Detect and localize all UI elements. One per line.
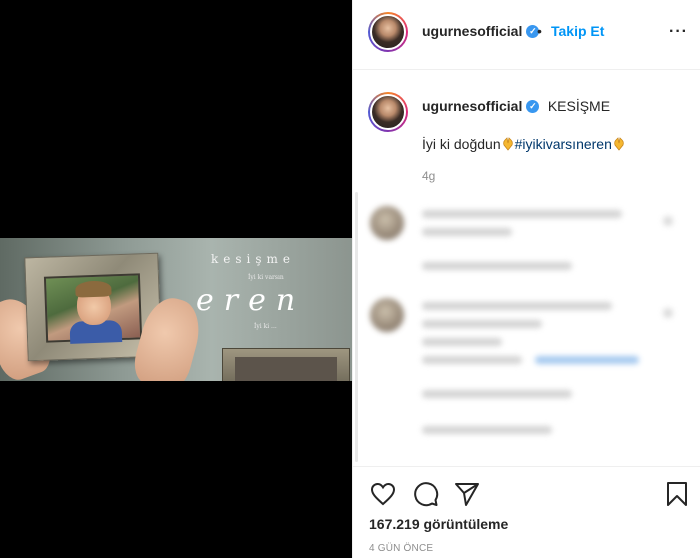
comments-list-blurred <box>353 190 700 466</box>
follow-button[interactable]: Takip Et <box>551 23 604 39</box>
avatar[interactable] <box>368 12 408 52</box>
view-count[interactable]: 167.219 görüntüleme <box>369 516 508 532</box>
username-link[interactable]: ugurnesofficial <box>422 23 522 39</box>
post-date[interactable]: 4 GÜN ÖNCE <box>369 543 433 554</box>
caption-body: İyi ki doğdun <box>422 136 501 152</box>
heart-icon[interactable] <box>369 480 397 508</box>
video-subtitle-2: İyi ki ... <box>254 323 277 330</box>
author-username[interactable]: ugurnesofficial ✓ <box>422 23 540 41</box>
folded-hands-icon <box>614 137 624 151</box>
comment-avatar <box>370 206 404 240</box>
video-title-small: kesişme <box>211 252 296 266</box>
post-header: ugurnesofficial ✓ • Takip Et ··· <box>353 0 700 70</box>
comment-avatar <box>370 298 404 332</box>
verified-badge-icon: ✓ <box>526 100 540 114</box>
bookmark-icon[interactable] <box>663 480 691 508</box>
second-photo-frame <box>222 348 350 381</box>
avatar[interactable] <box>368 92 408 132</box>
comment-icon[interactable] <box>411 480 439 508</box>
username-link[interactable]: ugurnesofficial <box>422 98 522 114</box>
caption-title: KESİŞME <box>547 98 611 114</box>
post-actions: 167.219 görüntüleme 4 GÜN ÖNCE <box>353 466 700 558</box>
child-photo <box>43 273 143 344</box>
more-options-icon[interactable]: ··· <box>669 23 688 41</box>
caption-timestamp[interactable]: 4g <box>422 169 435 183</box>
video-still[interactable]: kesişme İyi ki varsın eren İyi ki ... <box>0 238 352 381</box>
folded-hands-icon <box>502 137 513 151</box>
paper-plane-icon[interactable] <box>453 480 481 508</box>
video-title-name: eren <box>196 283 306 318</box>
post-side-panel: ugurnesofficial ✓ • Takip Et ··· ugurneso… <box>352 0 700 558</box>
separator-dot: • <box>537 23 542 39</box>
caption-header: ugurnesofficial ✓ KESİŞME <box>422 98 610 116</box>
caption-text: İyi ki doğdun #iyikivarsıneren <box>422 136 626 152</box>
post-media[interactable]: kesişme İyi ki varsın eren İyi ki ... <box>0 0 352 558</box>
hashtag-link[interactable]: #iyikivarsıneren <box>515 136 612 152</box>
video-subtitle: İyi ki varsın <box>248 274 284 281</box>
